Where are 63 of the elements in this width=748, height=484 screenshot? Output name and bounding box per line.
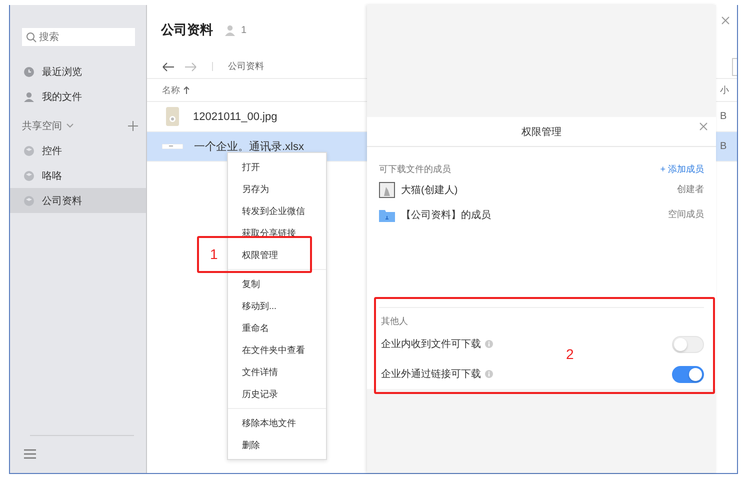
- close-icon[interactable]: [721, 16, 730, 25]
- sort-arrow-icon: [183, 86, 190, 94]
- file-name: 12021011_00.jpg: [193, 110, 278, 122]
- menu-item[interactable]: 文件详情: [228, 361, 326, 383]
- chevron-icon[interactable]: [66, 122, 74, 129]
- member-count: 1: [241, 24, 247, 36]
- sidebar-item[interactable]: 控件: [10, 138, 146, 163]
- sidebar-item[interactable]: 我的文件: [10, 84, 146, 109]
- sidebar-item[interactable]: 最近浏览: [10, 59, 146, 84]
- search-icon: [26, 32, 37, 43]
- menu-item[interactable]: 打开: [228, 156, 326, 178]
- menu-item[interactable]: 移除本地文件: [228, 412, 326, 434]
- folder-icon: [379, 208, 395, 222]
- input-field[interactable]: [732, 58, 737, 76]
- member-role: 空间成员: [668, 208, 704, 221]
- member-name: 大猫(创建人): [401, 184, 458, 196]
- file-icon: [162, 144, 183, 149]
- cube-icon: [24, 196, 34, 206]
- menu-item[interactable]: 在文件夹中查看: [228, 339, 326, 361]
- menu-item[interactable]: 移动到...: [228, 295, 326, 317]
- menu-item[interactable]: 权限管理: [228, 244, 326, 266]
- back-arrow-icon[interactable]: [162, 62, 175, 72]
- person-icon: [225, 24, 235, 36]
- info-icon: [485, 370, 493, 378]
- menu-item[interactable]: 删除: [228, 434, 326, 456]
- file-size: B: [720, 141, 728, 152]
- info-icon: [485, 340, 493, 348]
- sidebar-item[interactable]: 咯咯: [10, 163, 146, 188]
- image-file-icon: [166, 107, 179, 126]
- sidebar-item[interactable]: 公司资料: [10, 188, 146, 213]
- cube-icon: [24, 146, 34, 156]
- column-header[interactable]: 名称: [162, 84, 190, 96]
- member-role: 创建者: [677, 183, 704, 196]
- menu-icon[interactable]: [24, 449, 36, 459]
- dialog-title: 权限管理: [522, 126, 562, 138]
- menu-item[interactable]: 重命名: [228, 317, 326, 339]
- menu-item[interactable]: 另存为: [228, 178, 326, 200]
- toggle-switch[interactable]: [672, 366, 704, 382]
- setting-label: 企业外通过链接可下载: [381, 368, 481, 381]
- breadcrumb[interactable]: 公司资料: [228, 60, 264, 73]
- add-icon[interactable]: [128, 120, 138, 130]
- folder-title: 公司资料: [161, 21, 213, 39]
- menu-item[interactable]: 复制: [228, 273, 326, 295]
- file-size: B: [720, 111, 728, 122]
- file-name: 一个企业。通讯录.xlsx: [194, 140, 304, 154]
- cube-icon: [24, 170, 34, 180]
- annotation-number: 2: [566, 346, 574, 362]
- section-label: 其他人: [380, 315, 409, 328]
- setting-label: 企业内收到文件可下载: [381, 338, 481, 351]
- search-field[interactable]: 搜索: [22, 28, 135, 46]
- column-header[interactable]: 小: [720, 84, 737, 96]
- section-label: 共享空间: [22, 120, 62, 132]
- section-label: 可下载文件的成员: [379, 162, 451, 176]
- close-icon[interactable]: [699, 122, 708, 131]
- member-name: 【公司资料】的成员: [401, 208, 491, 222]
- menu-item[interactable]: 转发到企业微信: [228, 200, 326, 222]
- menu-item[interactable]: 历史记录: [228, 383, 326, 405]
- person-icon: [24, 92, 34, 102]
- clock-icon: [24, 66, 34, 76]
- annotation-number: 1: [210, 246, 218, 262]
- add-member-link[interactable]: + 添加成员: [660, 162, 704, 176]
- avatar-icon: [379, 182, 395, 198]
- forward-arrow-icon[interactable]: [184, 62, 197, 72]
